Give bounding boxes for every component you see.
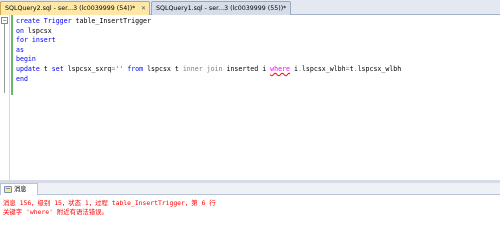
query-editor[interactable]: − create Trigger table_InsertTrigger on l… (0, 15, 500, 180)
code-token: on (16, 26, 28, 35)
document-tab-strip: SQLQuery2.sql - ser...3 (lc0039999 (54))… (0, 0, 500, 15)
collapse-icon[interactable]: − (1, 17, 8, 24)
tab-messages-label: 消息 (14, 186, 27, 193)
code-token: lspcsx_sxrq (67, 64, 112, 73)
code-line: on lspcsx (16, 27, 401, 37)
messages-icon (4, 186, 12, 193)
code-token: i (290, 64, 298, 73)
code-token: inserted i (226, 64, 271, 73)
close-icon[interactable]: ✕ (141, 2, 146, 15)
code-line: end (16, 75, 401, 85)
code-token: lspcsx_wlbh (357, 64, 402, 73)
code-token: begin (16, 55, 36, 64)
code-line: for insert (16, 36, 401, 46)
code-token: as (16, 45, 24, 54)
messages-pane: 消息 156，级别 15，状态 1，过程 table_InsertTrigger… (0, 196, 500, 249)
change-indicator (11, 15, 13, 95)
editor-gutter: − (0, 15, 10, 180)
code-token: from (123, 64, 148, 73)
code-token: lspcsx t (147, 64, 183, 73)
code-token: for insert (16, 36, 56, 45)
code-token: inner join (182, 64, 227, 73)
code-token: end (16, 74, 28, 83)
code-token: lspcsx_wlbh (301, 64, 346, 73)
tab-sqlquery1[interactable]: SQLQuery1.sql - ser...3 (lc0039999 (55))… (151, 1, 291, 15)
code-line: create Trigger table_InsertTrigger (16, 17, 401, 27)
tab-sqlquery2[interactable]: SQLQuery2.sql - ser...3 (lc0039999 (54))… (0, 1, 150, 15)
code-token: table_InsertTrigger (75, 17, 151, 25)
code-token: set (51, 64, 68, 73)
syntax-error-token: where (270, 64, 291, 73)
code-line: as (16, 46, 401, 56)
code-line: begin (16, 55, 401, 65)
error-message-line: 关键字 'where' 附近有语法错误。 (3, 208, 108, 216)
code-line: update t set lspcsx_sxrq='' from lspcsx … (16, 65, 401, 75)
code-token: lspcsx (27, 26, 52, 35)
code-token: update (16, 64, 44, 73)
results-tab-bar: 消息 (0, 183, 500, 195)
tab-messages[interactable]: 消息 (0, 183, 38, 195)
code-token: t (43, 64, 52, 73)
fold-guide (4, 24, 5, 93)
tab-label: SQLQuery2.sql - ser...3 (lc0039999 (54))… (5, 5, 136, 12)
error-message-line: 消息 156，级别 15，状态 1，过程 table_InsertTrigger… (3, 199, 216, 207)
code-token: create Trigger (16, 17, 76, 25)
tab-label: SQLQuery1.sql - ser...3 (lc0039999 (55))… (156, 5, 287, 12)
code-text[interactable]: create Trigger table_InsertTrigger on lsp… (16, 17, 401, 84)
